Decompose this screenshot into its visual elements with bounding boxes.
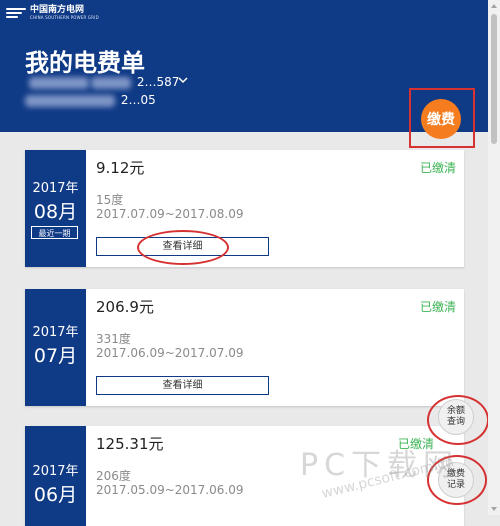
- account-number-partial: 2…587: [136, 75, 180, 89]
- bill-usage: 206度: [96, 469, 131, 483]
- brand-logo: 中国南方电网 CHINA SOUTHERN POWER GRID: [6, 6, 99, 20]
- brand-name-en: CHINA SOUTHERN POWER GRID: [30, 15, 99, 20]
- pay-highlight-box: 缴费: [409, 88, 475, 148]
- chevron-down-icon[interactable]: [178, 75, 188, 85]
- bill-amount: 125.31元: [96, 435, 164, 453]
- bill-usage: 15度: [96, 193, 124, 207]
- bill-date-block: 2017年 07月: [25, 289, 86, 406]
- annotation-oval: [137, 230, 229, 265]
- bill-period: 2017.06.09~2017.07.09: [96, 346, 244, 360]
- bill-date-block: 2017年 06月: [25, 426, 86, 526]
- bill-period: 2017.07.09~2017.08.09: [96, 207, 244, 221]
- scrollbar-thumb[interactable]: [491, 14, 497, 144]
- bill-usage: 331度: [96, 332, 131, 346]
- bill-amount: 206.9元: [96, 298, 154, 316]
- bill-month: 08月: [33, 201, 78, 223]
- brand-name-cn: 中国南方电网: [30, 5, 85, 15]
- bill-month: 06月: [33, 484, 78, 506]
- page-title: 我的电费单: [25, 49, 145, 77]
- bill-year: 2017年: [32, 181, 79, 196]
- bill-card: 2017年 07月 206.9元 已缴清 331度 2017.06.09~201…: [25, 289, 464, 406]
- bill-date-block: 2017年 08月 最近一期: [25, 150, 86, 267]
- status-badge: 已缴清: [419, 300, 456, 314]
- status-badge: 已缴清: [419, 161, 456, 175]
- account-address-partial: 2…05: [120, 93, 156, 107]
- scroll-down-icon[interactable]: [491, 507, 497, 511]
- bill-amount: 9.12元: [96, 159, 145, 177]
- annotation-oval: [427, 395, 489, 445]
- bill-year: 2017年: [32, 464, 79, 479]
- bill-period: 2017.05.09~2017.06.09: [96, 483, 244, 497]
- scroll-up-icon[interactable]: [491, 4, 497, 8]
- vertical-scrollbar[interactable]: [488, 0, 500, 515]
- bill-month: 07月: [33, 345, 78, 367]
- bill-year: 2017年: [32, 325, 79, 340]
- latest-badge: 最近一期: [31, 226, 78, 239]
- bill-card: 2017年 08月 最近一期 9.12元 已缴清 15度 2017.07.09~…: [25, 150, 464, 267]
- view-detail-button[interactable]: 查看详细: [96, 376, 269, 395]
- grid-logo-icon: [6, 7, 26, 19]
- pay-button[interactable]: 缴费: [421, 99, 461, 139]
